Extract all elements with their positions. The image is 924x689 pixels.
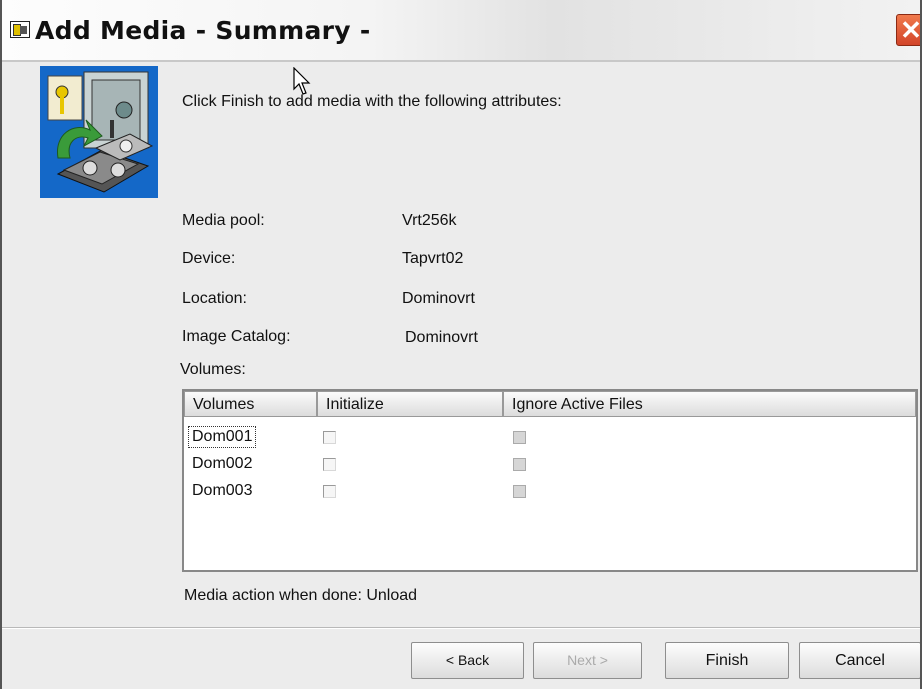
volume-name: Dom003 [192,482,253,499]
media-action-text: Media action when done: Unload [184,587,418,604]
finish-button[interactable]: Finish [665,642,789,679]
volumes-heading: Volumes: [180,361,246,378]
image-catalog-label: Image Catalog: [182,328,291,345]
window-icon [10,21,30,38]
ignore-active-files-checkbox[interactable] [513,458,526,471]
device-value: Tapvrt02 [402,250,464,267]
button-separator [2,627,920,629]
finish-button-label: Finish [705,652,749,669]
table-row[interactable]: Dom003 [184,481,916,503]
window-title: Add Media - Summary - [35,16,371,45]
ignore-active-files-checkbox[interactable] [513,485,526,498]
add-media-dialog: Add Media - Summary - ✕ Click Finish to … [0,0,922,689]
column-header-initialize[interactable]: Initialize [317,391,503,417]
location-label: Location: [182,290,247,307]
image-catalog-value: Dominovrt [405,329,478,346]
volume-name: Dom001 [187,426,257,448]
column-header-volumes[interactable]: Volumes [184,391,317,417]
cancel-button-label: Cancel [835,652,885,669]
media-pool-value: Vrt256k [402,212,457,229]
table-row[interactable]: Dom001 [184,426,916,449]
back-button[interactable]: < Back [411,642,524,679]
close-button[interactable]: ✕ [896,14,922,46]
location-value: Dominovrt [402,290,475,307]
volume-name: Dom002 [192,455,253,472]
cancel-button[interactable]: Cancel [799,642,920,679]
ignore-active-files-checkbox[interactable] [513,431,526,444]
initialize-checkbox[interactable] [323,458,336,471]
initialize-checkbox[interactable] [323,431,336,444]
device-label: Device: [182,250,236,267]
media-pool-label: Media pool: [182,212,265,229]
close-icon: ✕ [900,15,922,45]
next-button[interactable]: Next > [533,642,642,679]
table-row[interactable]: Dom002 [184,454,916,476]
wizard-media-safe-icon [40,66,158,198]
column-header-ignore-active-files[interactable]: Ignore Active Files [503,391,916,417]
back-button-label: < Back [445,652,490,668]
volumes-table[interactable]: Volumes Initialize Ignore Active Files D… [182,389,918,572]
title-bar[interactable]: Add Media - Summary - ✕ [2,0,920,62]
table-header: Volumes Initialize Ignore Active Files [184,391,916,419]
intro-text: Click Finish to add media with the follo… [182,93,562,110]
initialize-checkbox[interactable] [323,485,336,498]
next-button-label: Next > [567,652,608,668]
